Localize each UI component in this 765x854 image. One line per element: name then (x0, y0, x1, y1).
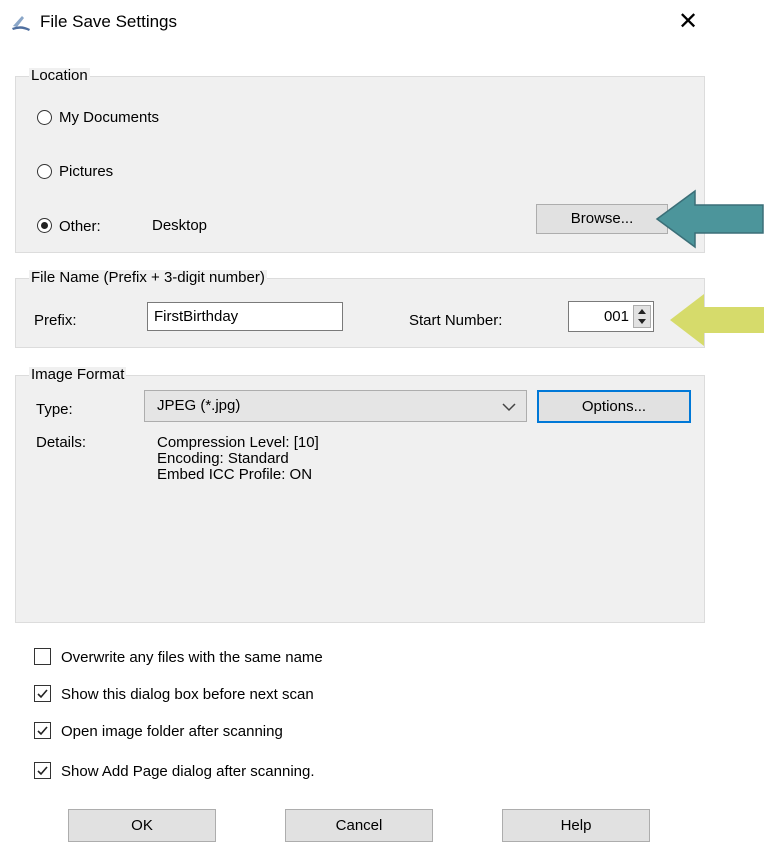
show-dialog-label[interactable]: Show this dialog box before next scan (61, 686, 314, 703)
close-button[interactable]: ✕ (676, 8, 700, 36)
help-button[interactable]: Help (502, 809, 650, 842)
radio-pictures[interactable] (37, 164, 52, 179)
add-page-checkbox[interactable] (34, 762, 51, 779)
add-page-label[interactable]: Show Add Page dialog after scanning. (61, 763, 315, 780)
window-title: File Save Settings (40, 12, 178, 31)
spin-buttons (633, 305, 651, 328)
details-encoding: Encoding: Standard (157, 450, 289, 467)
location-group-label: Location (29, 67, 90, 84)
ok-button[interactable]: OK (68, 809, 216, 842)
open-folder-checkbox[interactable] (34, 722, 51, 739)
overwrite-label[interactable]: Overwrite any files with the same name (61, 649, 323, 666)
radio-other[interactable] (37, 218, 52, 233)
cancel-button[interactable]: Cancel (285, 809, 433, 842)
checkmark-icon (37, 766, 48, 776)
show-dialog-checkbox[interactable] (34, 685, 51, 702)
browse-button[interactable]: Browse... (536, 204, 668, 234)
location-group: Location My Documents Pictures Other: De… (15, 68, 705, 253)
type-select[interactable]: JPEG (*.jpg) (144, 390, 527, 422)
image-format-group-label: Image Format (29, 366, 127, 383)
checkmark-icon (37, 689, 48, 699)
prefix-input[interactable]: FirstBirthday (147, 302, 343, 331)
radio-pictures-label[interactable]: Pictures (59, 163, 113, 180)
file-name-group: File Name (Prefix + 3-digit number) Pref… (15, 270, 705, 348)
open-folder-label[interactable]: Open image folder after scanning (61, 723, 283, 740)
details-label: Details: (36, 434, 87, 451)
type-label: Type: (36, 401, 73, 418)
other-folder-value: Desktop (152, 217, 208, 234)
spin-down-icon[interactable] (638, 319, 646, 324)
spin-up-icon[interactable] (638, 309, 646, 314)
scanner-app-icon (10, 12, 32, 34)
start-number-stepper[interactable]: 001 (568, 301, 654, 332)
annotation-arrow-start-number (670, 294, 764, 346)
type-select-value: JPEG (*.jpg) (157, 397, 241, 414)
prefix-label: Prefix: (34, 312, 77, 329)
overwrite-checkbox[interactable] (34, 648, 51, 665)
start-number-label: Start Number: (409, 312, 503, 329)
details-icc-profile: Embed ICC Profile: ON (157, 466, 313, 483)
image-format-group: Image Format Type: JPEG (*.jpg) Options.… (15, 367, 705, 623)
start-number-value: 001 (603, 308, 629, 325)
chevron-down-icon (502, 403, 516, 412)
annotation-arrow-browse (655, 189, 764, 249)
file-name-group-label: File Name (Prefix + 3-digit number) (29, 269, 267, 286)
radio-my-documents[interactable] (37, 110, 52, 125)
radio-other-label[interactable]: Other: (59, 218, 101, 235)
radio-my-documents-label[interactable]: My Documents (59, 109, 159, 126)
details-compression: Compression Level: [10] (157, 434, 319, 451)
checkmark-icon (37, 726, 48, 736)
options-button[interactable]: Options... (537, 390, 691, 423)
